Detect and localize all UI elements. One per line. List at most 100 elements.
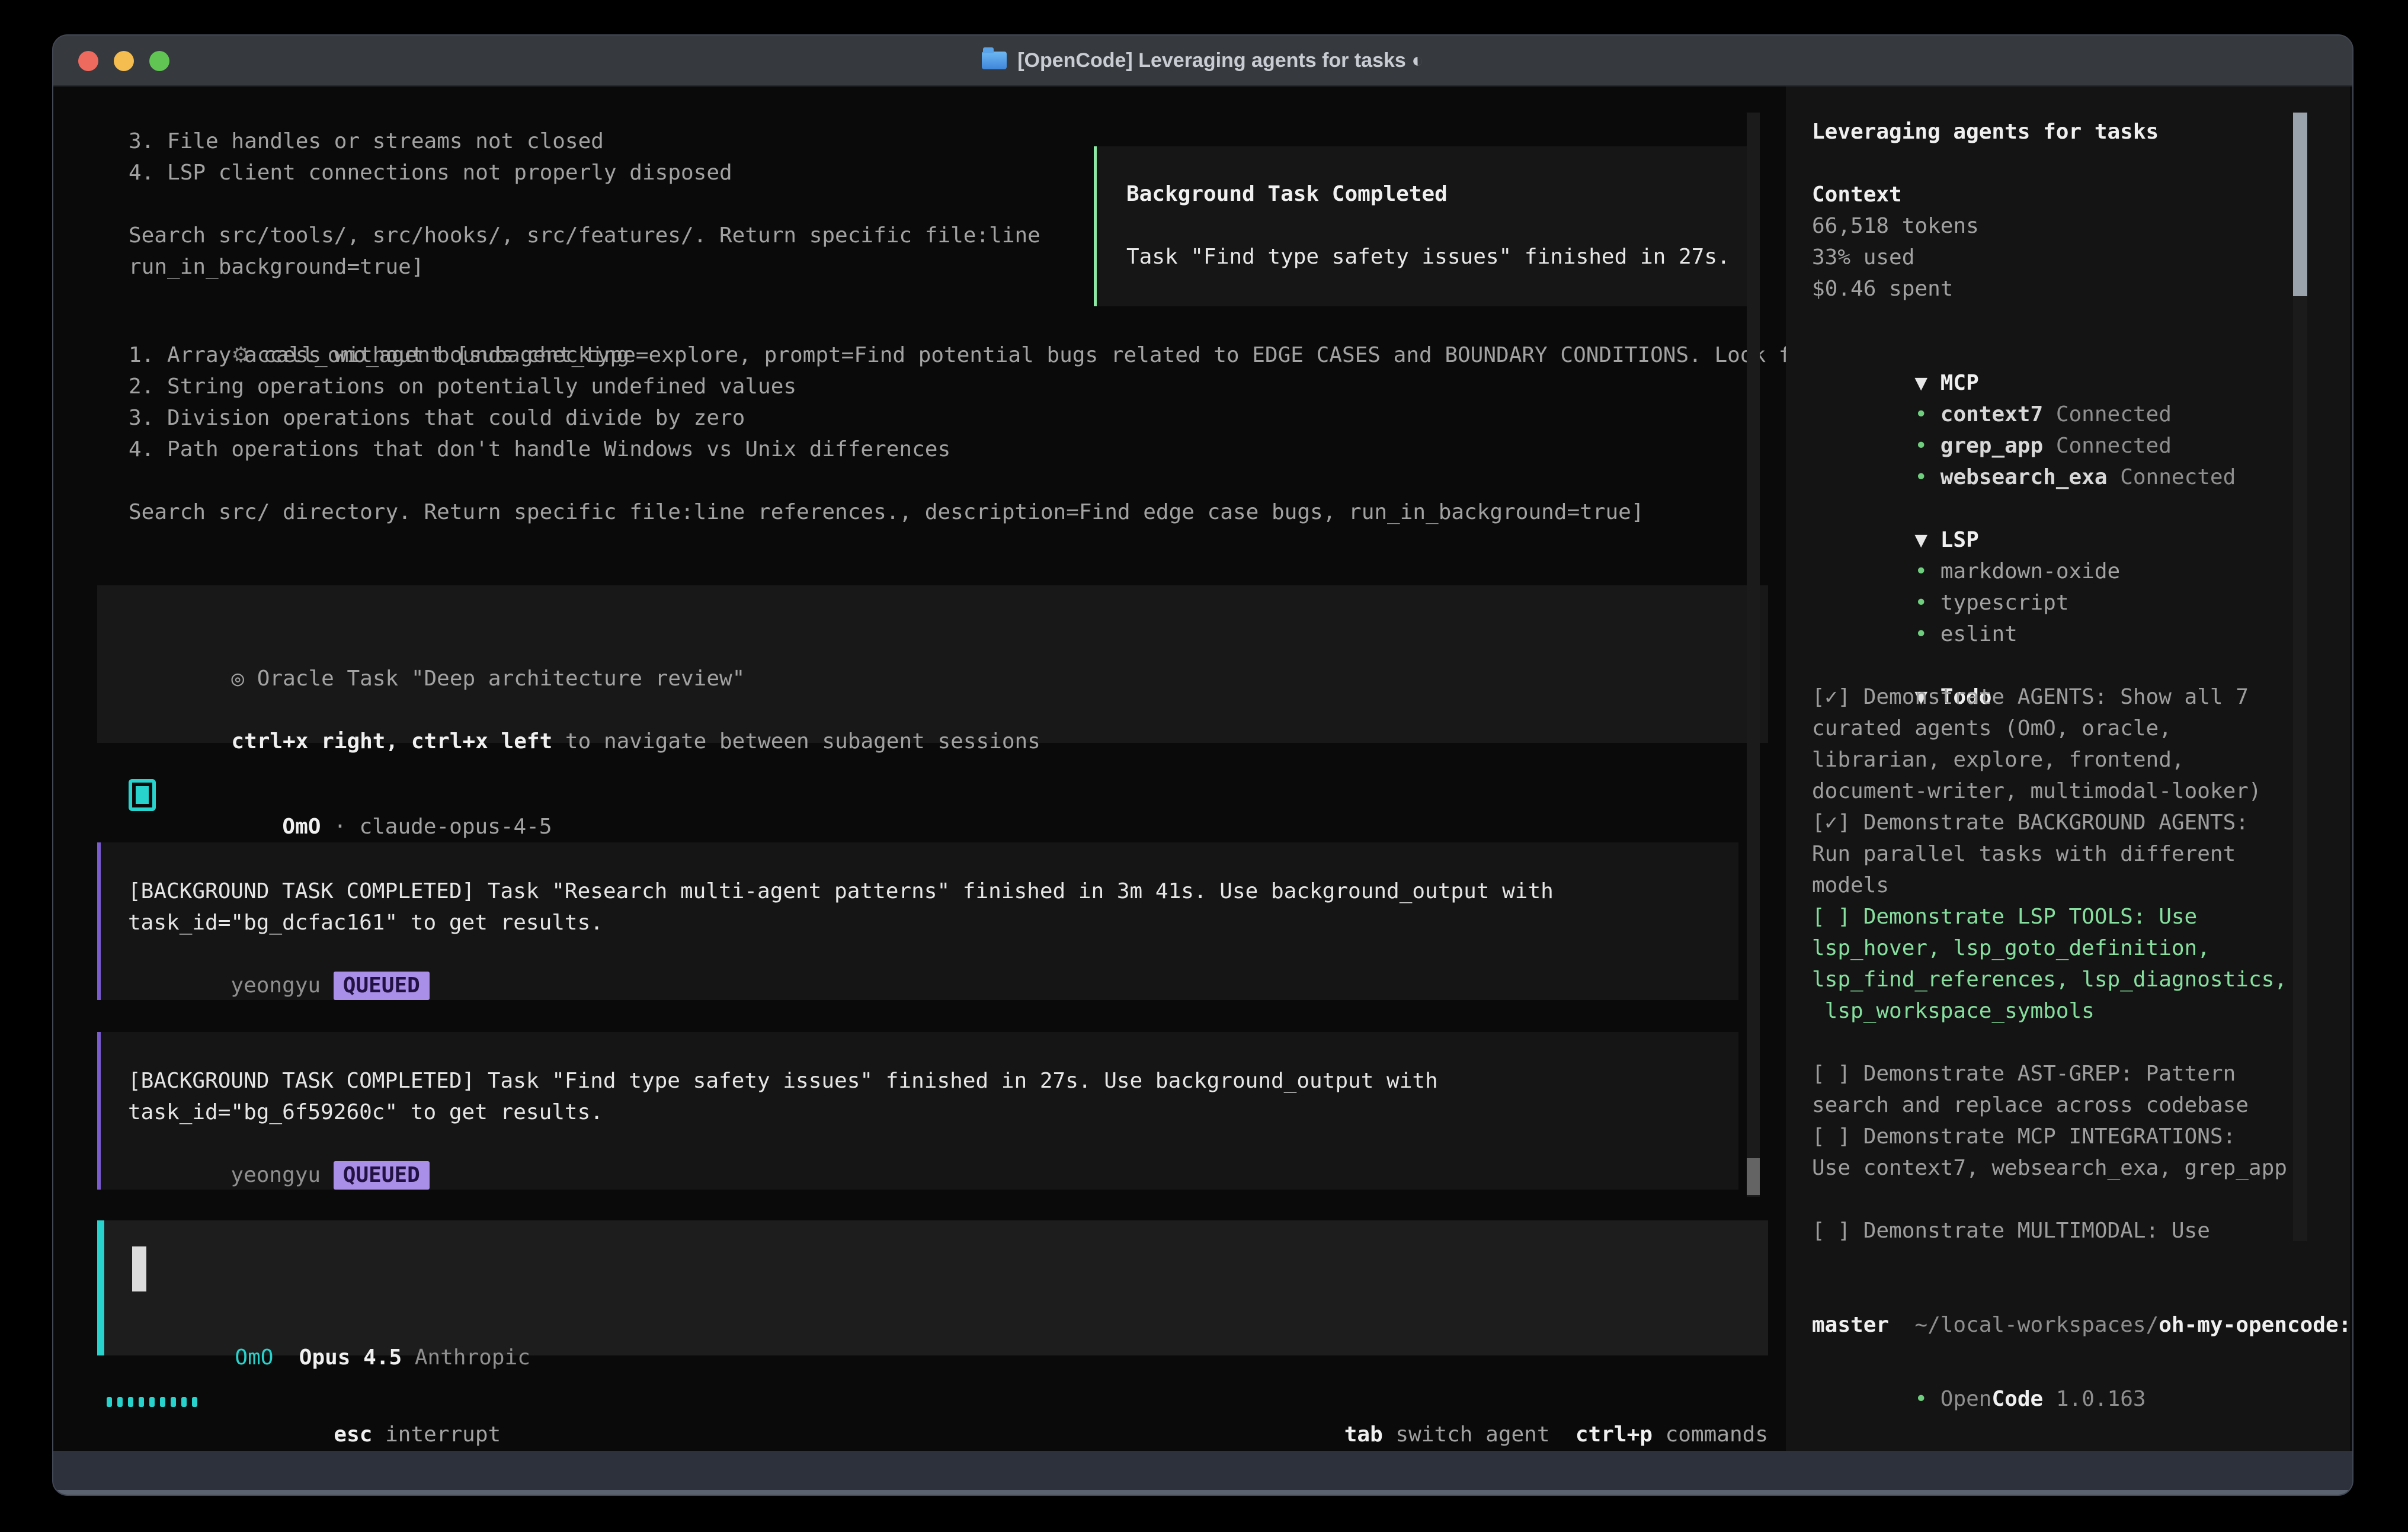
prompt-input[interactable]: OmO Opus 4.5 Anthropic	[97, 1220, 1768, 1355]
main-scrollbar[interactable]	[1747, 113, 1760, 1197]
todo-line: librarian, explore, frontend,	[1812, 744, 2350, 775]
minimize-window-button[interactable]	[114, 51, 134, 71]
chevron-down-icon: ▼	[1914, 371, 1927, 395]
tab-key-label: switch agent	[1383, 1422, 1550, 1447]
background-task-card: [BACKGROUND TASK COMPLETED] Task "Resear…	[97, 842, 1738, 1000]
context-tokens: 66,518 tokens	[1812, 210, 2350, 242]
oracle-hint-keys: ctrl+x right, ctrl+x left	[231, 729, 552, 754]
todo-line: Run parallel tasks with different	[1812, 838, 2350, 870]
oracle-hint-text: to navigate between subagent sessions	[552, 729, 1040, 754]
lsp-name: typescript	[1941, 591, 2069, 615]
notification-title: Background Task Completed	[1126, 178, 1752, 210]
esc-key-label: interrupt	[372, 1422, 501, 1447]
todo-line: [ ] Demonstrate MCP INTEGRATIONS:	[1812, 1121, 2350, 1152]
keyboard-hints: tab switch agent ctrl+p commands	[1241, 1387, 1768, 1419]
esc-key-hint: esc	[334, 1422, 372, 1447]
agent-model: claude-opus-4-5	[359, 815, 552, 839]
output-line-blank	[129, 465, 1817, 496]
todo-section-header[interactable]: ▼ Todo	[1812, 650, 2350, 681]
card-line: [BACKGROUND TASK COMPLETED] Task "Find t…	[128, 1065, 1738, 1097]
todo-line: Use context7, websearch_exa, grep_app	[1812, 1152, 2350, 1184]
app-version-footer: • OpenCode 1.0.163	[1812, 1352, 2146, 1383]
status-dot-icon: •	[1914, 465, 1927, 489]
status-badge: QUEUED	[334, 972, 430, 1000]
lsp-name: eslint	[1941, 622, 2018, 646]
output-line: 2. String operations on potentially unde…	[129, 371, 1817, 402]
mcp-status: Connected	[2043, 402, 2172, 427]
workspace-path-prefix: ~/local-workspaces/	[1914, 1313, 2159, 1337]
sidebar-scrollbar[interactable]	[2293, 113, 2307, 1241]
close-window-button[interactable]	[78, 51, 98, 71]
oracle-title: Oracle Task "Deep architecture review"	[244, 666, 745, 691]
todo-line: lsp_workspace_symbols	[1812, 995, 2350, 1027]
context-used: 33% used	[1812, 242, 2350, 273]
mcp-name: websearch_exa	[1941, 465, 2108, 489]
cmd-key-label: commands	[1653, 1422, 1768, 1447]
sidebar-scrollbar-thumb[interactable]	[2293, 113, 2307, 296]
app-version: 1.0.163	[2043, 1387, 2146, 1411]
todo-line: document-writer, multimodal-looker)	[1812, 775, 2350, 807]
folder-icon	[982, 52, 1007, 69]
sidebar: Leveraging agents for tasks Context 66,5…	[1786, 86, 2350, 1451]
todo-line: [✓] Demonstrate AGENTS: Show all 7	[1812, 681, 2350, 713]
todo-line: models	[1812, 870, 2350, 901]
lsp-heading-label: LSP	[1927, 528, 1979, 552]
card-author: yeongyu	[230, 1163, 333, 1187]
window-titlebar[interactable]: [OpenCode] Leveraging agents for tasks ◐	[53, 36, 2352, 86]
todo-line: [✓] Demonstrate BACKGROUND AGENTS:	[1812, 807, 2350, 838]
app-name-bold: Code	[1991, 1387, 2043, 1411]
input-agent-name: OmO	[235, 1345, 273, 1370]
progress-spinner	[107, 1397, 197, 1407]
tab-key-hint: tab	[1344, 1422, 1383, 1447]
status-bar: esc interrupt tab switch agent ctrl+p co…	[53, 1387, 1768, 1421]
card-line: [BACKGROUND TASK COMPLETED] Task "Resear…	[128, 876, 1738, 907]
workspace-repo: oh-my-opencode:	[2159, 1313, 2351, 1337]
todo-line: lsp_hover, lsp_goto_definition,	[1812, 932, 2350, 964]
chevron-down-icon: ▼	[1914, 528, 1927, 552]
output-line: Search src/tools/, src/hooks/, src/featu…	[129, 220, 1040, 251]
status-badge: QUEUED	[334, 1161, 430, 1190]
zoom-window-button[interactable]	[149, 51, 169, 71]
mcp-name: context7	[1941, 402, 2043, 427]
todo-line-blank	[1812, 1027, 2350, 1058]
spacer	[402, 1345, 415, 1370]
app-name-dim: Open	[1941, 1387, 1992, 1411]
output-line: 3. File handles or streams not closed	[129, 126, 1040, 157]
status-dot-icon: •	[1914, 591, 1927, 615]
main-scrollbar-thumb[interactable]	[1747, 1158, 1760, 1195]
todo-line: curated agents (OmO, oracle,	[1812, 713, 2350, 744]
lsp-section-header[interactable]: ▼ LSP	[1812, 493, 2350, 524]
mcp-status: Connected	[2108, 465, 2236, 489]
mcp-name: grep_app	[1941, 434, 2043, 458]
tool-call-line: ⚙ call_omo_agent [subagent_type=explore,…	[129, 308, 1817, 339]
todo-line-blank	[1812, 1184, 2350, 1215]
spacer	[1550, 1422, 1576, 1447]
session-title: Leveraging agents for tasks	[1812, 116, 2350, 148]
card-line: task_id="bg_dcfac161" to get results.	[128, 907, 1738, 938]
output-line: Search src/ directory. Return specific f…	[129, 496, 1817, 528]
output-line: 3. Division operations that could divide…	[129, 402, 1817, 434]
background-task-card: [BACKGROUND TASK COMPLETED] Task "Find t…	[97, 1032, 1738, 1190]
oracle-task-box: ◎ Oracle Task "Deep architecture review"…	[97, 585, 1768, 743]
input-model-name: Opus 4.5	[299, 1345, 402, 1370]
status-dot-icon: •	[1914, 559, 1927, 584]
omo-agent-icon	[129, 779, 156, 811]
mcp-section-header[interactable]: ▼ MCP	[1812, 336, 2350, 367]
notification-body: Task "Find type safety issues" finished …	[1126, 241, 1752, 273]
context-spent: $0.46 spent	[1812, 273, 2350, 305]
todo-line: [ ] Demonstrate LSP TOOLS: Use	[1812, 901, 2350, 932]
input-model-line: OmO Opus 4.5 Anthropic	[132, 1310, 530, 1342]
todo-line: [ ] Demonstrate MULTIMODAL: Use	[1812, 1215, 2350, 1246]
cmd-key-hint: ctrl+p	[1576, 1422, 1653, 1447]
notification-blank	[1126, 210, 1752, 241]
output-line-blank	[129, 188, 1040, 220]
terminal-output-intro: 3. File handles or streams not closed 4.…	[129, 126, 1040, 283]
output-line: 4. Path operations that don't handle Win…	[129, 434, 1817, 465]
card-author: yeongyu	[230, 973, 333, 998]
output-line: run_in_background=true]	[129, 251, 1040, 283]
window-title: [OpenCode] Leveraging agents for tasks ◐	[1017, 49, 1424, 72]
oracle-icon: ◎	[231, 666, 244, 691]
tool-call-block: ⚙ call_omo_agent [subagent_type=explore,…	[129, 308, 1817, 528]
background-task-notification[interactable]: Background Task Completed Task "Find typ…	[1094, 146, 1755, 306]
agent-header: OmO · claude-opus-4-5	[129, 778, 552, 812]
